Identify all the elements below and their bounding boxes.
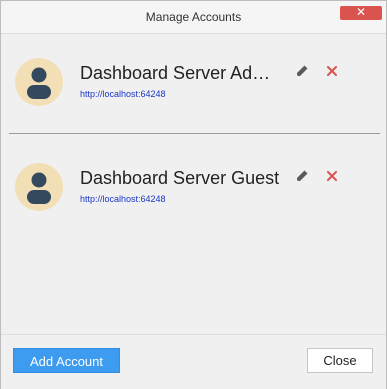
account-item: Dashboard Server Guest http://localhost:…	[1, 163, 386, 227]
dialog-title: Manage Accounts	[145, 10, 242, 24]
close-icon[interactable]	[325, 169, 339, 183]
account-name: Dashboard Server Administrator	[80, 63, 280, 83]
title-bar: Manage Accounts ✕	[1, 1, 386, 34]
account-divider	[9, 133, 380, 134]
close-button[interactable]: Close	[307, 348, 373, 373]
user-avatar-icon	[15, 58, 63, 106]
accounts-list: Dashboard Server Administrator http://lo…	[1, 34, 386, 333]
account-name: Dashboard Server Guest	[80, 168, 280, 188]
pencil-icon[interactable]	[295, 169, 309, 183]
dialog-footer: Add Account Close	[1, 334, 386, 389]
add-account-button[interactable]: Add Account	[13, 348, 120, 373]
manage-accounts-dialog: Manage Accounts ✕ Dashboard Server Admin…	[0, 0, 387, 389]
pencil-icon[interactable]	[295, 64, 309, 78]
account-url[interactable]: http://localhost:64248	[80, 89, 166, 99]
account-item: Dashboard Server Administrator http://lo…	[1, 58, 386, 122]
user-avatar-icon	[15, 163, 63, 211]
account-url[interactable]: http://localhost:64248	[80, 194, 166, 204]
close-icon[interactable]	[325, 64, 339, 78]
window-close-button[interactable]: ✕	[340, 6, 382, 20]
